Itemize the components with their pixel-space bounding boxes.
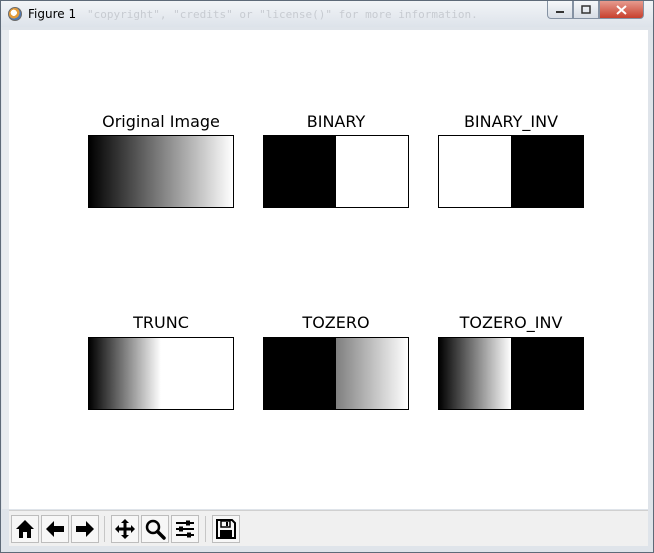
pan-button[interactable] [111,515,139,543]
panel-trunc[interactable] [88,337,234,410]
maximize-button[interactable] [573,1,599,19]
zoom-icon [145,519,166,540]
close-button[interactable] [599,1,644,19]
panel-original-image[interactable] [88,135,234,208]
configure-subplots-button[interactable] [171,515,199,543]
home-button[interactable] [11,515,39,543]
figure-window: Figure 1 "copyright", "credits" or "lice… [0,0,654,553]
panel-title-trunc: TRUNC [133,313,189,332]
panel-tozero[interactable] [263,337,409,410]
back-button[interactable] [41,515,69,543]
toolbar-separator [104,516,105,542]
figure-canvas[interactable]: Original Image BINARY BINARY_INV TRUNC T… [9,30,648,509]
panel-title-binary: BINARY [306,112,366,131]
toolbar-separator [205,516,206,542]
panel-tozero-inv[interactable] [438,337,584,410]
navigation-toolbar [9,510,648,546]
left-edge [2,30,9,509]
configure-subplots-icon [176,520,194,538]
save-icon [216,519,236,539]
home-icon [16,520,34,538]
panel-binary[interactable] [263,135,409,208]
background-window-text: "copyright", "credits" or "license()" fo… [87,8,478,21]
zoom-button[interactable] [141,515,169,543]
forward-button[interactable] [71,515,99,543]
minimize-button[interactable] [547,1,573,19]
panel-title-tozero-inv: TOZERO_INV [459,313,563,332]
panel-title-original: Original Image [102,112,220,131]
save-button[interactable] [212,515,240,543]
window-title: Figure 1 [28,7,77,21]
minimize-icon [556,10,564,13]
panel-binary-inv[interactable] [438,135,584,208]
back-arrow-icon [46,521,64,537]
maximize-icon [581,5,591,14]
panel-title-binary-inv: BINARY_INV [463,112,559,131]
title-bar[interactable]: Figure 1 "copyright", "credits" or "lice… [1,1,653,27]
forward-arrow-icon [76,521,94,537]
close-icon [616,4,627,15]
matplotlib-app-icon [8,7,22,21]
pan-icon [115,519,135,539]
panel-title-tozero: TOZERO [302,313,370,332]
